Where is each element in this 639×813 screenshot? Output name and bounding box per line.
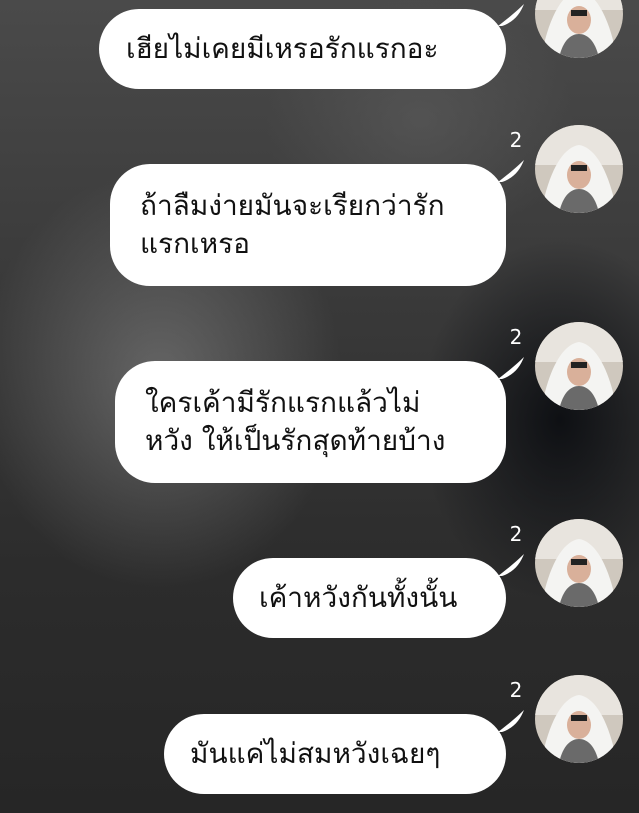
bubble-tail bbox=[498, 710, 524, 732]
avatar-image bbox=[535, 322, 623, 410]
read-count: 2 bbox=[509, 128, 523, 152]
message-bubble[interactable]: เค้าหวังกันทั้งนั้น bbox=[233, 558, 506, 638]
avatar-image bbox=[535, 519, 623, 607]
read-count: 2 bbox=[509, 522, 523, 546]
avatar[interactable] bbox=[535, 322, 623, 410]
bubble-tail bbox=[498, 554, 524, 576]
message-bubble[interactable]: มันแค่ไม่สมหวังเฉยๆ bbox=[164, 714, 506, 794]
avatar[interactable] bbox=[535, 125, 623, 213]
avatar[interactable] bbox=[535, 675, 623, 763]
message-text: เฮียไม่เคยมีเหรอรักแรกอะ bbox=[126, 32, 439, 65]
bubble-tail bbox=[498, 357, 524, 379]
message-bubble[interactable]: ถ้าลืมง่ายมันจะเรียกว่ารัก แรกเหรอ bbox=[110, 164, 506, 286]
avatar-image bbox=[535, 675, 623, 763]
read-count: 2 bbox=[509, 325, 523, 349]
message-bubble[interactable]: ใครเค้ามีรักแรกแล้วไม่ หวัง ให้เป็นรักสุ… bbox=[115, 361, 506, 483]
message-text: ใครเค้ามีรักแรกแล้วไม่ หวัง ให้เป็นรักสุ… bbox=[145, 386, 446, 457]
message-text: ถ้าลืมง่ายมันจะเรียกว่ารัก แรกเหรอ bbox=[140, 189, 445, 260]
message-bubble[interactable]: เฮียไม่เคยมีเหรอรักแรกอะ bbox=[99, 9, 506, 89]
avatar[interactable] bbox=[535, 519, 623, 607]
message-text: เค้าหวังกันทั้งนั้น bbox=[259, 581, 458, 614]
message-text: มันแค่ไม่สมหวังเฉยๆ bbox=[190, 737, 441, 770]
avatar-image bbox=[535, 125, 623, 213]
read-count: 2 bbox=[509, 678, 523, 702]
bubble-tail bbox=[498, 4, 524, 26]
bubble-tail bbox=[498, 160, 524, 182]
